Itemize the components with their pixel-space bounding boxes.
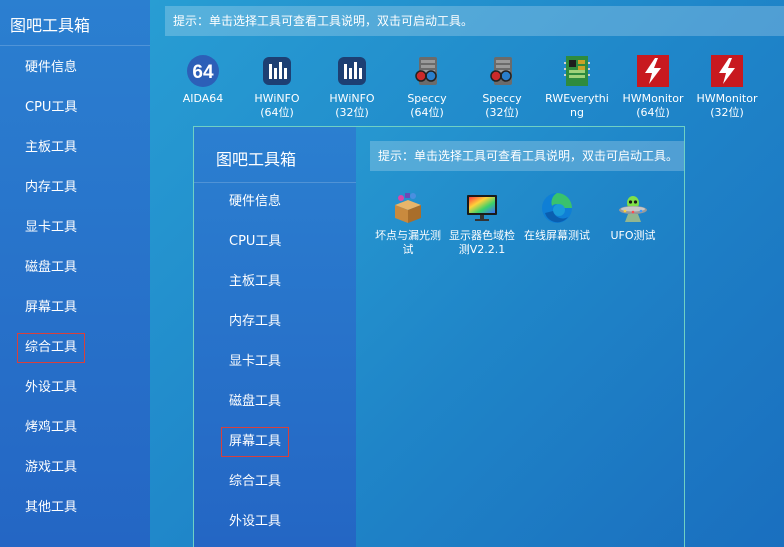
aida64-icon: 64 <box>187 55 219 87</box>
menu-item-memory-tools[interactable]: 内存工具 <box>17 173 85 203</box>
tool-hwinfo-64[interactable]: HWiNFO (64位) <box>246 54 308 120</box>
app-title: 图吧工具箱 <box>194 127 356 183</box>
rweverything-icon <box>564 56 590 86</box>
tool-ufo-test[interactable]: UFO测试 <box>598 191 668 243</box>
sidebar: 图吧工具箱 硬件信息 CPU工具 主板工具 内存工具 显卡工具 磁盘工具 屏幕工… <box>0 0 150 547</box>
menu-item-motherboard-tools[interactable]: 主板工具 <box>17 133 85 163</box>
tool-speccy-64[interactable]: Speccy (64位) <box>396 54 458 120</box>
menu-item-peripheral-tools[interactable]: 外设工具 <box>221 507 289 537</box>
menu-item-integrated-tools[interactable]: 综合工具 <box>221 467 289 497</box>
tool-online-screen-test[interactable]: 在线屏幕测试 <box>520 191 594 243</box>
menu-item-gpu-tools[interactable]: 显卡工具 <box>221 347 289 377</box>
tool-hwmonitor-64[interactable]: HWMonitor (64位) <box>620 54 686 120</box>
menu-item-other-tools[interactable]: 其他工具 <box>17 493 85 523</box>
menu-item-hardware-info[interactable]: 硬件信息 <box>17 53 85 83</box>
hwmonitor-icon <box>711 55 743 87</box>
sidebar: 图吧工具箱 硬件信息 CPU工具 主板工具 内存工具 显卡工具 磁盘工具 屏幕工… <box>194 127 356 547</box>
menu-item-memory-tools[interactable]: 内存工具 <box>221 307 289 337</box>
hint-bar: 提示：单击选择工具可查看工具说明，双击可启动工具。 <box>370 141 684 171</box>
menu-item-disk-tools[interactable]: 磁盘工具 <box>17 253 85 283</box>
tool-hwinfo-32[interactable]: HWiNFO (32位) <box>321 54 383 120</box>
menu-item-screen-tools[interactable]: 屏幕工具 <box>221 427 290 457</box>
menu-item-hardware-info[interactable]: 硬件信息 <box>221 187 289 217</box>
menu-item-stress-tools[interactable]: 烤鸡工具 <box>17 413 85 443</box>
tool-speccy-32[interactable]: Speccy (32位) <box>471 54 533 120</box>
menu-item-cpu-tools[interactable]: CPU工具 <box>221 227 289 257</box>
overlay-window: 图吧工具箱 硬件信息 CPU工具 主板工具 内存工具 显卡工具 磁盘工具 屏幕工… <box>193 126 685 547</box>
monitor-gamut-icon <box>467 195 497 221</box>
svg-text:64: 64 <box>192 62 214 83</box>
app-title: 图吧工具箱 <box>0 0 150 46</box>
menu-item-game-tools[interactable]: 游戏工具 <box>17 453 85 483</box>
menu-item-disk-tools[interactable]: 磁盘工具 <box>221 387 289 417</box>
hint-bar: 提示：单击选择工具可查看工具说明，双击可启动工具。 <box>165 6 784 36</box>
menu-item-peripheral-tools[interactable]: 外设工具 <box>17 373 85 403</box>
menu-item-integrated-tools[interactable]: 综合工具 <box>17 333 86 363</box>
hwmonitor-icon <box>637 55 669 87</box>
tool-monitor-gamut[interactable]: 显示器色域检 测V2.2.1 <box>446 191 518 257</box>
tool-dead-pixel-test[interactable]: 坏点与漏光测 试 <box>372 191 444 257</box>
speccy-icon <box>490 57 512 85</box>
menu-item-gpu-tools[interactable]: 显卡工具 <box>17 213 85 243</box>
tool-hwmonitor-32[interactable]: HWMonitor (32位) <box>694 54 760 120</box>
edge-browser-icon <box>542 193 572 223</box>
menu-item-screen-tools[interactable]: 屏幕工具 <box>17 293 85 323</box>
tool-rweverything[interactable]: RWEverythi ng <box>545 54 609 120</box>
menu-item-motherboard-tools[interactable]: 主板工具 <box>221 267 289 297</box>
menu-item-cpu-tools[interactable]: CPU工具 <box>17 93 85 123</box>
hwinfo-icon <box>263 57 291 85</box>
speccy-icon <box>415 57 437 85</box>
hwinfo-icon <box>338 57 366 85</box>
ufo-icon <box>619 196 647 222</box>
dead-pixel-box-icon <box>395 193 421 223</box>
tool-aida64[interactable]: 64 AIDA64 <box>172 54 234 106</box>
